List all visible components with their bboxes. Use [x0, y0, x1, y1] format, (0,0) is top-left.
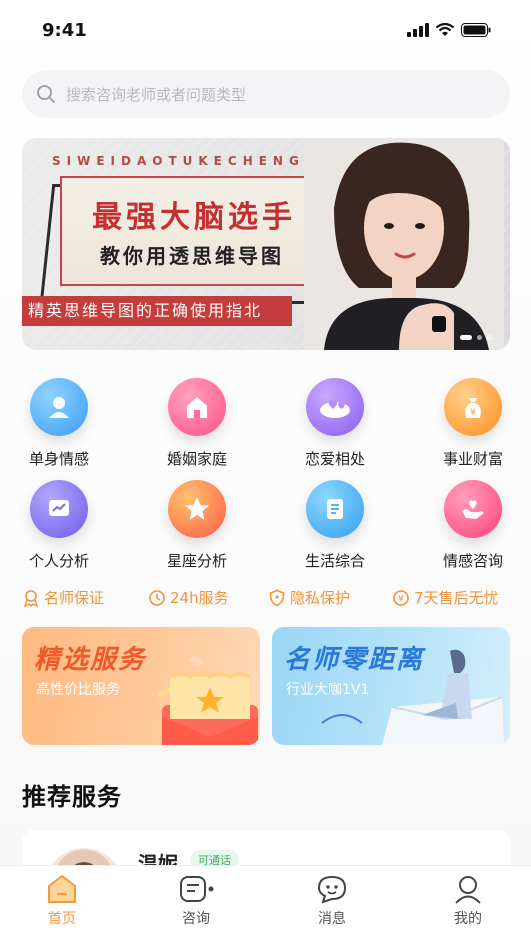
guarantee-label: 隐私保护 — [290, 589, 351, 607]
promo-card-expert[interactable]: 名师零距离 行业大咖1V1 — [272, 627, 510, 745]
category-career-wealth[interactable]: ¥ 事业财富 — [418, 378, 528, 469]
message-icon — [317, 875, 347, 904]
document-icon — [306, 480, 364, 538]
hearts-cloud-icon — [306, 378, 364, 436]
tab-profile[interactable]: 我的 — [428, 874, 508, 928]
category-label: 恋爱相处 — [304, 450, 365, 468]
tab-bar: 首页 咨询 消息 我的 — [0, 866, 531, 943]
category-marriage-family[interactable]: 婚姻家庭 — [142, 378, 252, 469]
status-time: 9:41 — [42, 20, 87, 41]
promo-subtitle: 行业大咖1V1 — [286, 682, 370, 698]
category-label: 事业财富 — [442, 450, 503, 468]
category-label: 情感咨询 — [442, 552, 503, 570]
category-love[interactable]: 恋爱相处 — [280, 378, 390, 469]
battery-icon — [461, 23, 491, 37]
signal-icon — [407, 23, 429, 37]
banner-dot — [487, 335, 492, 340]
tab-label: 我的 — [454, 911, 482, 927]
shield-icon — [269, 589, 285, 606]
single-user-icon — [30, 378, 88, 436]
banner-title: 最强大脑选手 — [92, 200, 296, 235]
banner-pagination — [460, 335, 492, 340]
category-label: 个人分析 — [28, 552, 89, 570]
category-label: 生活综合 — [304, 552, 365, 570]
home-tab-icon — [48, 875, 76, 903]
refund-icon: ¥ — [393, 589, 409, 606]
tab-home[interactable]: 首页 — [22, 874, 102, 928]
star-icon — [168, 480, 226, 538]
search-bar[interactable]: 搜索咨询老师或者问题类型 — [22, 70, 510, 118]
tab-label: 咨询 — [182, 911, 210, 927]
home-icon — [168, 378, 226, 436]
svg-text:¥: ¥ — [470, 408, 476, 418]
category-label: 婚姻家庭 — [166, 450, 227, 468]
promo-card-selected-services[interactable]: 精选服务 高性价比服务 — [22, 627, 260, 745]
banner-subtitle: SIWEIDAOTUKECHENG — [52, 154, 305, 168]
status-icons — [407, 23, 491, 37]
tab-consult[interactable]: 咨询 — [156, 874, 236, 928]
guarantee-label: 7天售后无忧 — [414, 589, 499, 607]
wifi-icon — [435, 23, 455, 36]
banner-strip: 精英思维导图的正确使用指北 — [22, 296, 292, 326]
medal-icon — [23, 589, 39, 607]
banner-dot — [477, 335, 482, 340]
promo-subtitle: 高性价比服务 — [36, 682, 120, 698]
category-single-emotion[interactable]: 单身情感 — [4, 378, 114, 469]
guarantee-label: 24h服务 — [170, 589, 229, 607]
hand-heart-icon — [444, 480, 502, 538]
guarantee-row: 名师保证 24h服务 隐私保护 ¥ 7天售后无忧 — [0, 587, 531, 609]
banner-tagline: 教你用透思维导图 — [100, 244, 284, 268]
tab-label: 首页 — [48, 911, 76, 927]
profile-icon — [455, 876, 481, 904]
category-life[interactable]: 生活综合 — [280, 480, 390, 571]
promo-banner[interactable]: SIWEIDAOTUKECHENG 最强大脑选手 教你用透思维导图 精英思维导图… — [22, 138, 510, 350]
category-emotion-consult[interactable]: 情感咨询 — [418, 480, 528, 571]
promo-title: 精选服务 — [34, 645, 147, 675]
category-astrology[interactable]: 星座分析 — [142, 480, 252, 571]
tab-messages[interactable]: 消息 — [292, 874, 372, 928]
status-bar: 9:41 — [0, 0, 531, 62]
banner-dot-active — [460, 335, 472, 340]
guarantee-item: 24h服务 — [148, 587, 229, 608]
promo-title: 名师零距离 — [284, 645, 425, 675]
category-personal-analysis[interactable]: 个人分析 — [4, 480, 114, 571]
banner-card: 最强大脑选手 教你用透思维导图 — [60, 176, 342, 286]
search-placeholder: 搜索咨询老师或者问题类型 — [66, 85, 247, 104]
tab-label: 消息 — [318, 911, 346, 927]
category-label: 星座分析 — [166, 552, 227, 570]
guarantee-item: ¥ 7天售后无忧 — [392, 587, 499, 608]
banner-person-image — [304, 138, 504, 350]
section-title: 推荐服务 — [22, 783, 122, 811]
guarantee-item: 名师保证 — [22, 587, 104, 608]
search-icon — [37, 85, 55, 103]
chat-list-icon — [180, 876, 214, 902]
category-label: 单身情感 — [28, 450, 89, 468]
chart-icon — [30, 480, 88, 538]
guarantee-label: 名师保证 — [44, 589, 105, 607]
money-bag-icon: ¥ — [444, 378, 502, 436]
clock-icon — [149, 589, 165, 606]
guarantee-item: 隐私保护 — [268, 587, 350, 608]
svg-text:¥: ¥ — [398, 594, 404, 604]
